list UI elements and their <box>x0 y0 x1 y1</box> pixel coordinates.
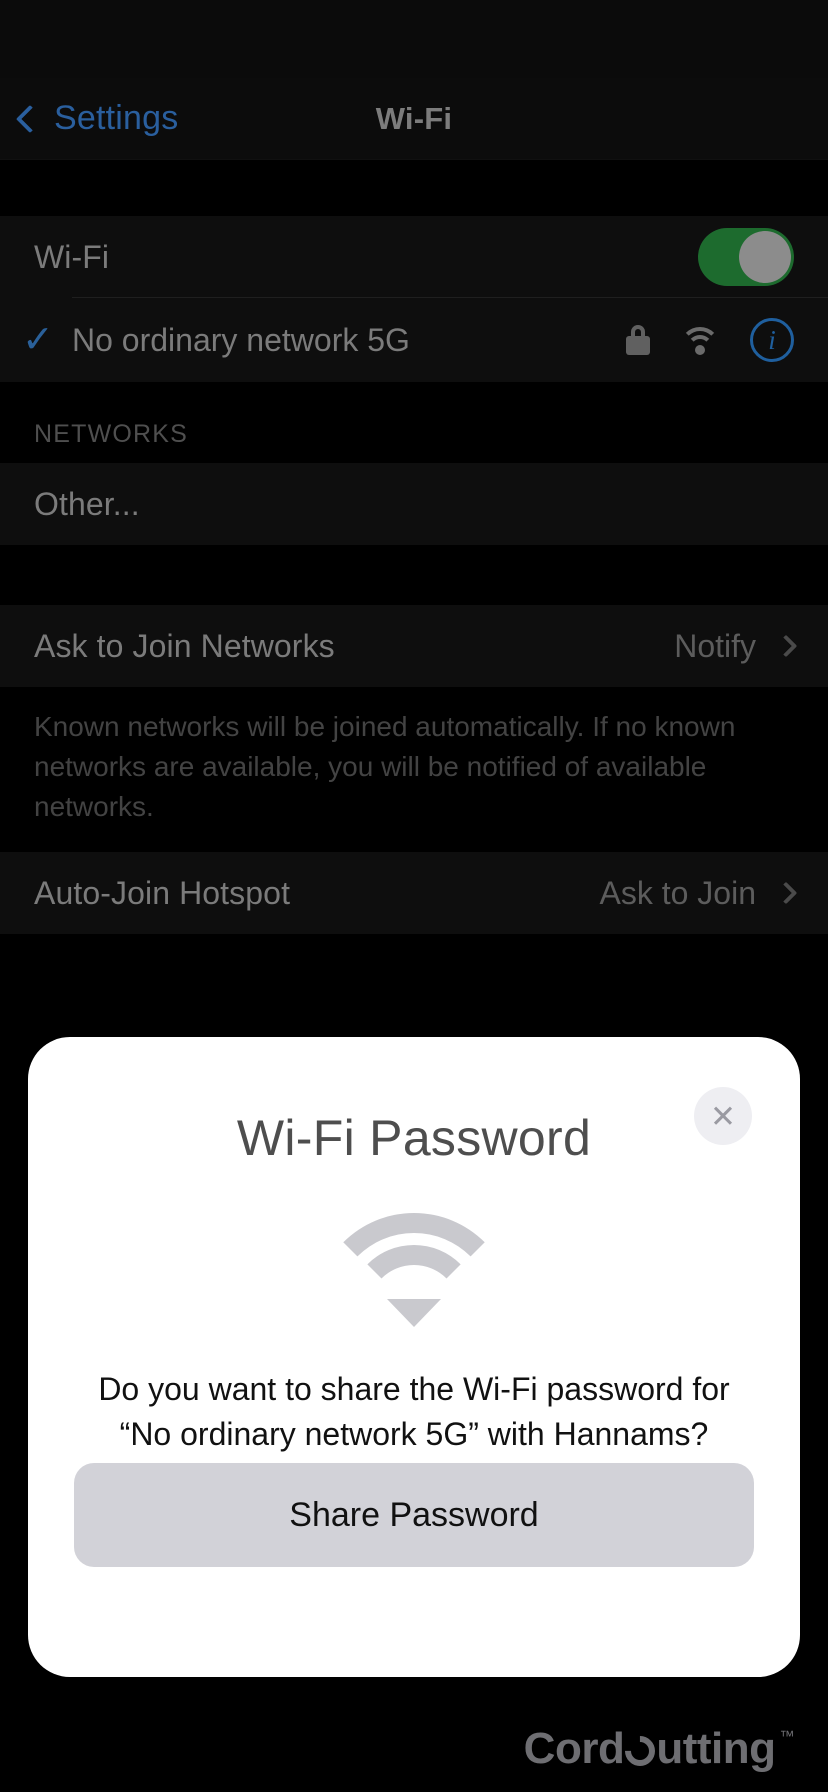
auto-join-hotspot-row[interactable]: Auto-Join Hotspot Ask to Join <box>0 852 828 934</box>
chevron-right-icon <box>774 881 798 905</box>
wifi-toggle-row[interactable]: Wi-Fi <box>0 216 828 298</box>
wifi-toggle-label: Wi-Fi <box>34 238 110 275</box>
networks-section-header: NETWORKS <box>0 382 828 463</box>
ask-to-join-row[interactable]: Ask to Join Networks Notify <box>0 605 828 687</box>
dialog-title: Wi-Fi Password <box>236 1110 592 1166</box>
lock-icon <box>626 325 650 355</box>
cordcutting-watermark: Cord utting ™ <box>523 1724 795 1774</box>
ask-to-join-label: Ask to Join Networks <box>34 627 335 664</box>
network-status-icons: i <box>626 318 794 362</box>
ask-to-join-group: Ask to Join Networks Notify <box>0 605 828 687</box>
watermark-trademark: ™ <box>779 1728 795 1745</box>
watermark-part1: Cord <box>523 1724 625 1773</box>
back-button-label: Settings <box>54 99 179 137</box>
iphone-screen: Settings Wi-Fi Wi-Fi ✓ No ordinary netwo… <box>0 0 828 1792</box>
spacer-networks <box>0 545 828 605</box>
ask-to-join-value: Notify <box>674 627 756 664</box>
networks-group: Other... <box>0 463 828 545</box>
status-bar <box>0 0 828 78</box>
close-icon[interactable]: ✕ <box>694 1087 752 1145</box>
back-button[interactable]: Settings <box>15 99 179 138</box>
wifi-group: Wi-Fi ✓ No ordinary network 5G i <box>0 216 828 382</box>
info-circle-icon[interactable]: i <box>750 318 794 362</box>
other-network-row[interactable]: Other... <box>0 463 828 545</box>
wifi-toggle[interactable] <box>698 228 794 286</box>
dialog-message-line2: “No ordinary network 5G” with Hannams? <box>119 1416 709 1453</box>
checkmark-icon: ✓ <box>22 319 54 361</box>
watermark-part2: utting <box>656 1724 776 1773</box>
auto-join-hotspot-group: Auto-Join Hotspot Ask to Join <box>0 852 828 935</box>
chevron-left-icon <box>15 104 45 133</box>
auto-join-hotspot-value: Ask to Join <box>599 874 756 911</box>
chevron-right-icon <box>774 634 798 658</box>
other-network-label: Other... <box>34 485 140 522</box>
auto-join-hotspot-label: Auto-Join Hotspot <box>34 874 291 911</box>
share-password-button[interactable]: Share Password <box>74 1463 754 1567</box>
navigation-bar: Settings Wi-Fi <box>0 78 828 160</box>
wifi-signal-icon <box>314 1213 514 1333</box>
wifi-password-share-dialog: ✕ Wi-Fi Password Do you want to share th… <box>28 1037 800 1677</box>
watermark-ring-icon <box>619 1729 662 1773</box>
wifi-signal-icon <box>680 325 720 355</box>
wifi-toggle-knob <box>739 231 791 283</box>
spacer-top <box>0 160 828 216</box>
connected-network-name: No ordinary network 5G <box>72 321 410 358</box>
connected-network-row[interactable]: ✓ No ordinary network 5G i <box>0 298 828 382</box>
ask-to-join-footer: Known networks will be joined automatica… <box>0 687 828 853</box>
